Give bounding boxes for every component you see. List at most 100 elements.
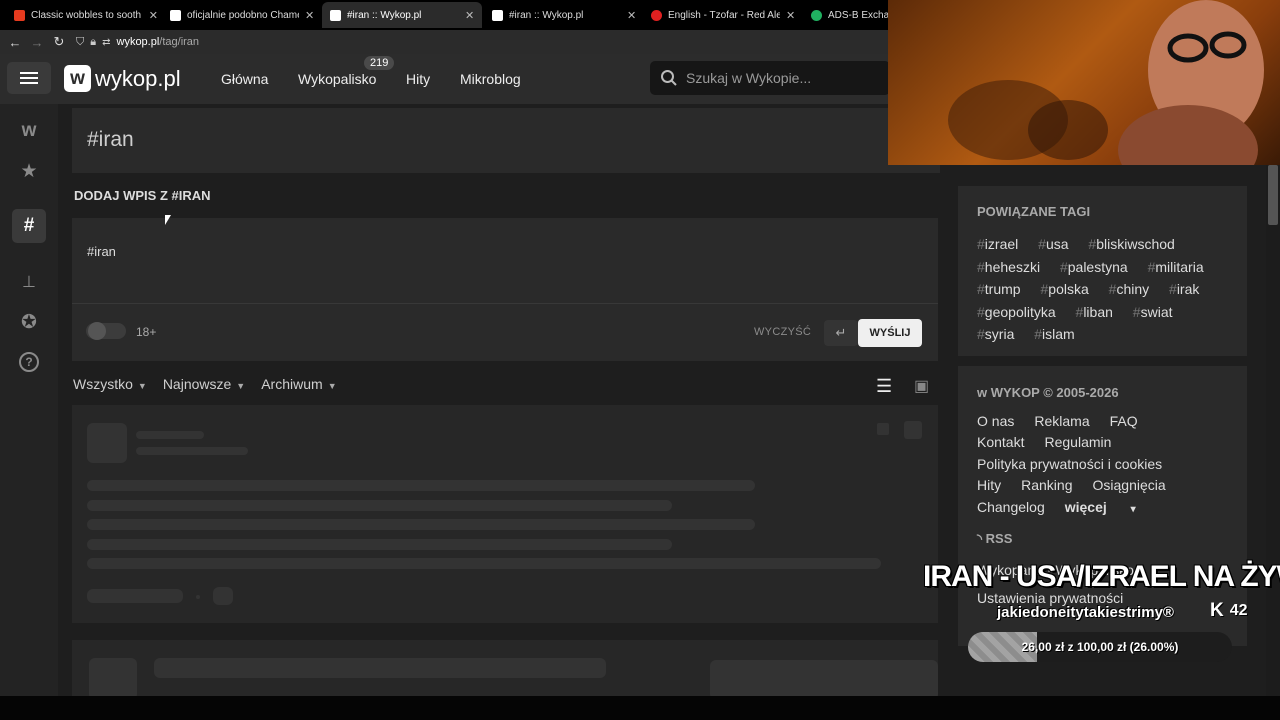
more-link[interactable]: więcej ▾	[1065, 499, 1156, 515]
related-tag[interactable]: #heheszki	[977, 259, 1048, 275]
nav-wykopalisko[interactable]: Wykopalisko	[298, 71, 376, 87]
related-tag[interactable]: #swiat	[1133, 304, 1181, 320]
footer-link[interactable]: Reklama	[1034, 413, 1089, 429]
related-tag[interactable]: #chiny	[1109, 281, 1157, 297]
logo-text: wykop.pl	[95, 65, 181, 91]
close-icon[interactable]: ✕	[627, 9, 636, 22]
browser-tab[interactable]: Classic wobbles to sooth ✕	[6, 2, 158, 28]
back-icon[interactable]: ←	[4, 35, 26, 50]
menu-button[interactable]	[7, 62, 51, 94]
browser-tab[interactable]: #iran :: Wykop.pl ✕	[484, 2, 640, 28]
search-placeholder: Szukaj w Wykopie...	[686, 70, 812, 86]
filter-label: Archiwum	[261, 376, 323, 392]
enter-icon[interactable]: ↵	[824, 320, 858, 346]
search-icon	[661, 70, 677, 86]
adult-content-toggle[interactable]	[86, 322, 126, 340]
forward-icon[interactable]: →	[26, 35, 48, 50]
nav-mikroblog[interactable]: Mikroblog	[460, 71, 521, 87]
clear-button[interactable]: WYCZYŚĆ	[754, 326, 811, 338]
related-tag[interactable]: #izrael	[977, 236, 1026, 252]
add-entry-heading: DODAJ WPIS Z #IRAN	[74, 188, 211, 203]
lock-icon: 🔒︎	[90, 35, 97, 48]
footer-link[interactable]: O nas	[977, 413, 1014, 429]
browser-tab-active[interactable]: #iran :: Wykop.pl ✕	[322, 2, 482, 28]
footer-link[interactable]: Regulamin	[1044, 434, 1111, 450]
nav-hity[interactable]: Hity	[406, 71, 430, 87]
related-tag[interactable]: #polska	[1040, 281, 1096, 297]
skeleton-line	[87, 589, 183, 603]
footer-link[interactable]: Osiągnięcia	[1093, 477, 1166, 493]
footer-link[interactable]: FAQ	[1110, 413, 1138, 429]
skeleton-line	[136, 447, 248, 455]
list-view-icon[interactable]: ☰	[876, 376, 892, 397]
tab-favicon-icon	[811, 9, 822, 21]
tag-header: #iran	[72, 108, 940, 173]
loading-skeleton-entry	[72, 640, 938, 700]
viewer-count-value: 42	[1229, 602, 1248, 619]
sidebar-item-achievements[interactable]: ✪	[12, 305, 46, 339]
sidebar-item-ranking[interactable]: ⊥	[12, 265, 46, 299]
stream-filters: Wszystko ▼ Najnowsze ▼ Archiwum ▼	[73, 376, 337, 392]
scrollbar-thumb[interactable]	[1268, 165, 1278, 225]
nav-glowna[interactable]: Główna	[221, 71, 268, 87]
tab-title: #iran :: Wykop.pl	[347, 9, 422, 21]
skeleton-line	[87, 500, 672, 511]
webcam-feed	[888, 0, 1280, 165]
chevron-down-icon: ▼	[327, 381, 337, 391]
tab-favicon-icon	[330, 9, 341, 21]
page-title: #iran	[87, 128, 134, 151]
related-tag[interactable]: #usa	[1038, 236, 1076, 252]
related-tag[interactable]: #liban	[1076, 304, 1121, 320]
close-icon[interactable]: ✕	[149, 9, 158, 22]
close-icon[interactable]: ✕	[465, 9, 474, 22]
goal-label: 26,00 zł z 100,00 zł (26.00%)	[1021, 640, 1179, 654]
tab-favicon-icon	[14, 9, 25, 21]
mouse-cursor-icon	[165, 215, 171, 225]
send-button[interactable]: WYŚLIJ	[858, 319, 922, 347]
footer-link[interactable]: Changelog	[977, 499, 1045, 515]
skeleton-icon	[213, 587, 233, 605]
browser-tab[interactable]: ADS-B Exchange	[803, 2, 889, 28]
sidebar-item-tags[interactable]: #	[12, 209, 46, 243]
related-tag[interactable]: #trump	[977, 281, 1029, 297]
related-tag[interactable]: #geopolityka	[977, 304, 1064, 320]
browser-tab[interactable]: English - Tzofar - Red Alert ✕	[643, 2, 799, 28]
related-tag[interactable]: #irak	[1169, 281, 1207, 297]
divider	[72, 303, 938, 304]
footer-heading: w WYKOP © 2005-2026	[977, 385, 1119, 400]
filter-archive[interactable]: Archiwum ▼	[261, 376, 336, 392]
wykopalisko-count-badge: 219	[364, 56, 395, 70]
media-view-icon[interactable]: ▣	[914, 376, 929, 396]
filter-newest[interactable]: Najnowsze ▼	[163, 376, 245, 392]
viewer-count: K 42	[1210, 600, 1248, 622]
skeleton-line	[136, 431, 204, 439]
related-tag[interactable]: #palestyna	[1060, 259, 1136, 275]
address-bar[interactable]: ⛉ 🔒︎ ⇄ wykop.pl/tag/iran	[76, 36, 199, 49]
reload-icon[interactable]: ↻	[48, 34, 70, 50]
browser-tab[interactable]: oficjalnie podobno Chamene ✕	[162, 2, 318, 28]
footer-link[interactable]: Hity	[977, 477, 1001, 493]
search-input[interactable]: Szukaj w Wykopie...	[650, 61, 890, 95]
entry-textarea[interactable]: #iran	[87, 244, 116, 259]
footer-link[interactable]: Polityka prywatności i cookies	[977, 456, 1162, 472]
page-info-icon: ⇄	[102, 36, 111, 48]
sidebar-item-home[interactable]: w	[12, 114, 46, 148]
help-icon: ?	[19, 352, 39, 372]
related-tag[interactable]: #militaria	[1148, 259, 1212, 275]
related-tag[interactable]: #islam	[1034, 326, 1082, 342]
filter-label: Wszystko	[73, 376, 133, 392]
related-tag[interactable]: #bliskiwschod	[1088, 236, 1182, 252]
footer-link[interactable]: Ranking	[1021, 477, 1072, 493]
page-scrollbar[interactable]	[1266, 165, 1280, 696]
sidebar-item-help[interactable]: ?	[12, 345, 46, 379]
filter-all[interactable]: Wszystko ▼	[73, 376, 147, 392]
site-logo[interactable]: w wykop.pl	[64, 65, 181, 92]
stream-title: IRAN - USA/IZRAEL NA ŻYWO	[923, 560, 1280, 593]
sidebar-item-favorites[interactable]: ★	[12, 154, 46, 188]
close-icon[interactable]: ✕	[305, 9, 314, 22]
adult-content-label: 18+	[136, 325, 157, 339]
footer-link[interactable]: Kontakt	[977, 434, 1024, 450]
url-host: wykop.pl	[116, 36, 160, 48]
close-icon[interactable]: ✕	[786, 9, 795, 22]
related-tag[interactable]: #syria	[977, 326, 1022, 342]
